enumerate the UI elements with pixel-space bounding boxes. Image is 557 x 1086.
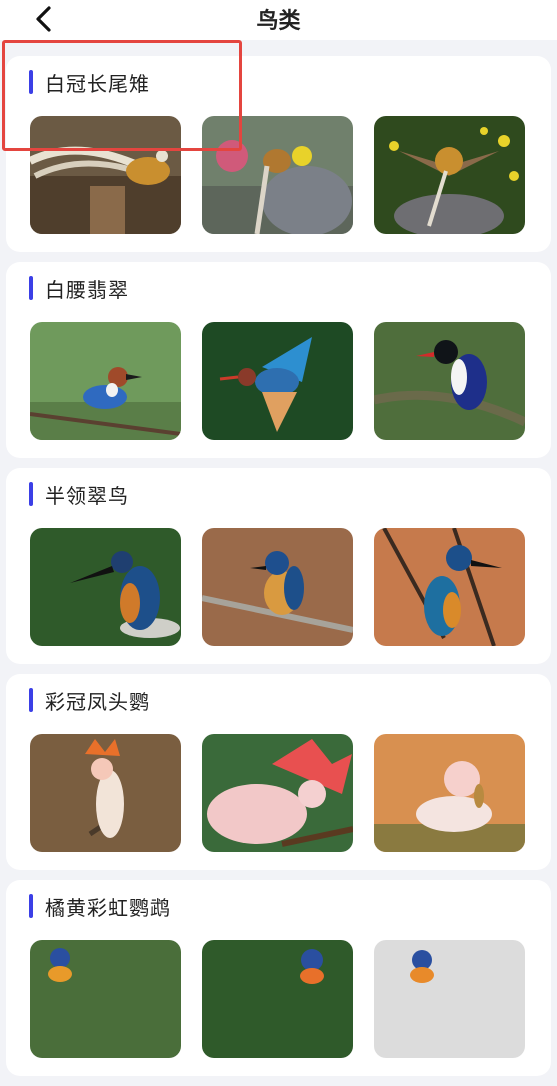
category-card: 白腰翡翠 — [6, 262, 551, 458]
pheasant-photo-1[interactable] — [30, 116, 181, 234]
accent-bar — [29, 482, 33, 506]
kingfisher-photo-2[interactable] — [202, 322, 353, 440]
category-card: 半领翠鸟 — [6, 468, 551, 664]
category-list: 白冠长尾雉 白腰翡翠 半领翠鸟 彩冠凤头鹦 橘黄彩虹鹦鹉 — [6, 56, 551, 1086]
accent-bar — [29, 688, 33, 712]
cockatoo-photo-1[interactable] — [30, 734, 181, 852]
cockatoo-photo-3[interactable] — [374, 734, 525, 852]
pheasant-photo-3[interactable] — [374, 116, 525, 234]
lorikeet-photo-2[interactable] — [202, 940, 353, 1058]
page-title: 鸟类 — [256, 9, 301, 34]
top-bar: 鸟类 — [0, 0, 557, 40]
category-card: 彩冠凤头鹦 — [6, 674, 551, 870]
accent-bar — [29, 276, 33, 300]
accent-bar — [29, 894, 33, 918]
category-header: 橘黄彩虹鹦鹉 — [29, 894, 171, 920]
category-title: 白腰翡翠 — [45, 277, 129, 302]
cockatoo-photo-2[interactable] — [202, 734, 353, 852]
pheasant-photo-2[interactable] — [202, 116, 353, 234]
category-title: 半领翠鸟 — [45, 483, 129, 508]
category-header: 彩冠凤头鹦 — [29, 688, 150, 714]
category-title: 橘黄彩虹鹦鹉 — [45, 895, 171, 920]
accent-bar — [29, 70, 33, 94]
category-header: 白冠长尾雉 — [29, 70, 150, 96]
category-title: 彩冠凤头鹦 — [45, 689, 150, 714]
lorikeet-photo-1[interactable] — [30, 940, 181, 1058]
category-header: 半领翠鸟 — [29, 482, 129, 508]
kingfisher-photo-1[interactable] — [30, 322, 181, 440]
kingfisher-photo-3[interactable] — [374, 322, 525, 440]
category-card: 橘黄彩虹鹦鹉 — [6, 880, 551, 1076]
half-collared-kingfisher-photo-3[interactable] — [374, 528, 525, 646]
half-collared-kingfisher-photo-1[interactable] — [30, 528, 181, 646]
category-card: 白冠长尾雉 — [6, 56, 551, 252]
lorikeet-photo-3[interactable] — [374, 940, 525, 1058]
category-title: 白冠长尾雉 — [45, 71, 150, 96]
half-collared-kingfisher-photo-2[interactable] — [202, 528, 353, 646]
category-header: 白腰翡翠 — [29, 276, 129, 302]
